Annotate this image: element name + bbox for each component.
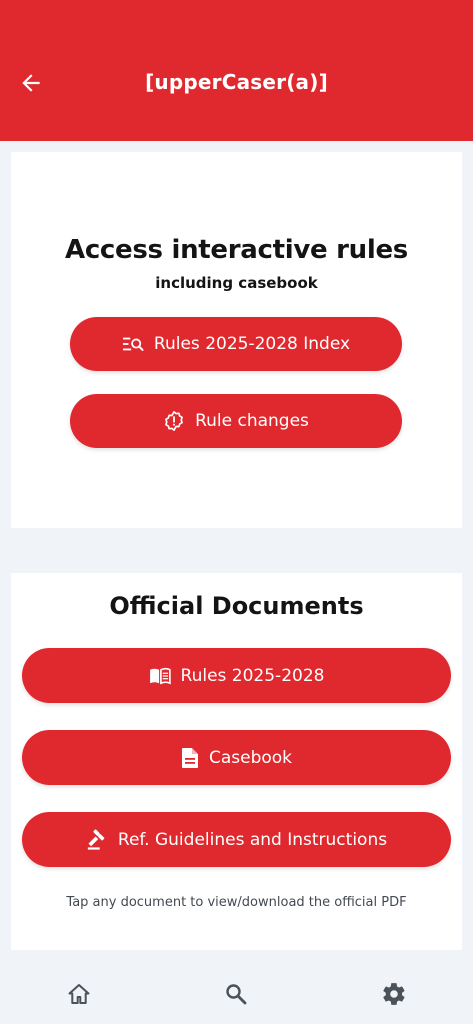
nav-home-button[interactable] bbox=[63, 978, 95, 1010]
document-icon bbox=[181, 747, 198, 768]
rules-document-button[interactable]: Rules 2025-2028 bbox=[22, 648, 451, 703]
gavel-icon bbox=[87, 828, 105, 850]
rules-document-label: Rules 2025-2028 bbox=[180, 665, 325, 686]
docs-card-title: Official Documents bbox=[109, 592, 364, 620]
rule-changes-button[interactable]: Rule changes bbox=[70, 394, 402, 448]
list-search-icon bbox=[122, 337, 144, 351]
official-documents-card: Official Documents Rules 2025-2028 Caseb… bbox=[11, 573, 462, 950]
rules-card-title: Access interactive rules bbox=[65, 235, 408, 265]
search-icon bbox=[226, 984, 247, 1005]
page-title: [upperCaser(a)] bbox=[145, 70, 328, 94]
ref-guidelines-label: Ref. Guidelines and Instructions bbox=[117, 829, 388, 850]
casebook-label: Casebook bbox=[208, 747, 293, 768]
rules-index-button[interactable]: Rules 2025-2028 Index bbox=[70, 317, 402, 371]
rules-card-subtitle: including casebook bbox=[155, 274, 318, 292]
home-icon bbox=[68, 984, 90, 1004]
ref-guidelines-button[interactable]: Ref. Guidelines and Instructions bbox=[22, 812, 451, 867]
book-icon bbox=[149, 667, 171, 685]
back-button[interactable] bbox=[14, 66, 48, 100]
nav-settings-button[interactable] bbox=[378, 978, 410, 1010]
interactive-rules-card: Access interactive rules including caseb… bbox=[11, 152, 462, 528]
documents-hint: Tap any document to view/download the of… bbox=[66, 895, 407, 910]
gear-icon bbox=[383, 983, 405, 1005]
rules-index-label: Rules 2025-2028 Index bbox=[153, 334, 351, 354]
nav-search-button[interactable] bbox=[220, 978, 252, 1010]
arrow-left-icon bbox=[22, 74, 40, 92]
rule-changes-label: Rule changes bbox=[195, 411, 309, 431]
casebook-button[interactable]: Casebook bbox=[22, 730, 451, 785]
alert-badge-icon bbox=[165, 411, 183, 431]
app-bar: [upperCaser(a)] bbox=[0, 0, 473, 141]
bottom-navigation bbox=[0, 962, 473, 1024]
